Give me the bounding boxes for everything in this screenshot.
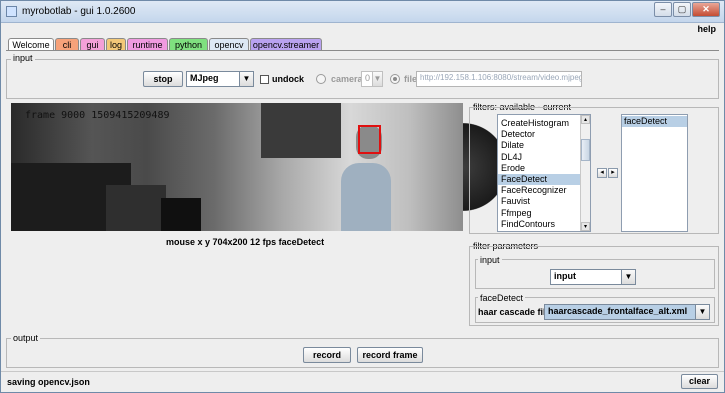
camera-index-select[interactable]: 0 ▼ bbox=[361, 71, 383, 87]
scroll-thumb[interactable] bbox=[581, 139, 590, 161]
title-bar[interactable]: myrobotlab - gui 1.0.2600 – ▢ ✕ bbox=[1, 1, 724, 23]
chevron-down-icon: ▼ bbox=[695, 305, 709, 319]
list-item[interactable]: DL4J bbox=[498, 152, 590, 163]
maximize-button[interactable]: ▢ bbox=[673, 2, 691, 17]
cascade-label: haar cascade file bbox=[478, 307, 551, 317]
list-item-selected[interactable]: FaceDetect bbox=[498, 173, 590, 186]
record-button[interactable]: record bbox=[303, 347, 351, 363]
list-item[interactable]: CreateHistogram bbox=[498, 118, 590, 129]
grabber-select[interactable]: MJpeg ▼ bbox=[186, 71, 254, 87]
undock-label: undock bbox=[272, 74, 305, 84]
input-section-label: input bbox=[11, 53, 35, 63]
list-item[interactable]: Erode bbox=[498, 163, 590, 174]
chevron-down-icon: ▼ bbox=[239, 72, 253, 86]
add-filter-button[interactable]: ▸ bbox=[608, 168, 618, 178]
list-item-selected[interactable]: faceDetect bbox=[622, 116, 687, 128]
app-window: myrobotlab - gui 1.0.2600 – ▢ ✕ help Wel… bbox=[0, 0, 725, 393]
video-person bbox=[341, 163, 391, 231]
menu-bar: help bbox=[1, 23, 724, 37]
camera-index-value: 0 bbox=[365, 73, 371, 83]
frame-overlay-text: frame 9000 1509415209489 bbox=[25, 110, 170, 121]
undock-checkbox[interactable] bbox=[260, 75, 269, 84]
remove-filter-button[interactable]: ◂ bbox=[597, 168, 607, 178]
help-menu[interactable]: help bbox=[697, 24, 716, 34]
scroll-down-icon[interactable]: ▾ bbox=[581, 222, 590, 231]
cascade-select[interactable]: haarcascade_frontalface_alt.xml ▼ bbox=[544, 304, 710, 320]
app-icon bbox=[6, 6, 17, 17]
scroll-up-icon[interactable]: ▴ bbox=[581, 115, 590, 124]
available-filters-list[interactable]: CreateHistogram Detector Dilate DL4J Ero… bbox=[497, 114, 591, 232]
file-url-field[interactable]: http://192.158.1.106:8080/stream/video.m… bbox=[416, 71, 582, 87]
cascade-value: haarcascade_frontalface_alt.xml bbox=[548, 306, 688, 316]
window-title: myrobotlab - gui 1.0.2600 bbox=[22, 6, 136, 17]
grabber-value: MJpeg bbox=[190, 73, 219, 83]
list-item[interactable]: FindContours bbox=[498, 219, 590, 230]
chevron-down-icon: ▼ bbox=[621, 270, 635, 284]
file-radio[interactable] bbox=[390, 74, 400, 84]
video-frame: frame 9000 1509415209489 bbox=[11, 103, 463, 231]
video-furniture bbox=[106, 185, 166, 231]
list-item[interactable]: Detector bbox=[498, 129, 590, 140]
chevron-down-icon: ▼ bbox=[372, 72, 382, 86]
list-item[interactable]: Dilate bbox=[498, 140, 590, 151]
list-item[interactable]: Ffmpeg bbox=[498, 208, 590, 219]
facedetect-param-label: faceDetect bbox=[478, 293, 526, 303]
tab-divider bbox=[6, 50, 719, 51]
status-message: saving opencv.json bbox=[7, 377, 90, 387]
minimize-button[interactable]: – bbox=[654, 2, 672, 17]
input-param-select[interactable]: input ▼ bbox=[550, 269, 636, 285]
list-item[interactable]: Fauvist bbox=[498, 196, 590, 207]
camera-label: camera bbox=[331, 74, 363, 84]
current-filters-list[interactable]: faceDetect bbox=[621, 114, 688, 232]
input-param-value: input bbox=[554, 271, 576, 281]
video-background bbox=[261, 103, 341, 158]
list-item[interactable]: FaceRecognizer bbox=[498, 185, 590, 196]
face-detection-box bbox=[358, 125, 381, 154]
close-button[interactable]: ✕ bbox=[692, 2, 720, 17]
camera-radio[interactable] bbox=[316, 74, 326, 84]
record-frame-button[interactable]: record frame bbox=[357, 347, 423, 363]
output-section-label: output bbox=[11, 333, 41, 343]
video-furniture bbox=[161, 198, 201, 231]
input-param-label: input bbox=[478, 255, 502, 265]
stop-button[interactable]: stop bbox=[143, 71, 183, 87]
clear-button[interactable]: clear bbox=[681, 374, 718, 389]
status-bar: saving opencv.json clear bbox=[1, 371, 724, 392]
list-scrollbar[interactable]: ▴ ▾ bbox=[580, 115, 590, 231]
video-status: mouse x y 704x200 12 fps faceDetect bbox=[166, 237, 325, 247]
